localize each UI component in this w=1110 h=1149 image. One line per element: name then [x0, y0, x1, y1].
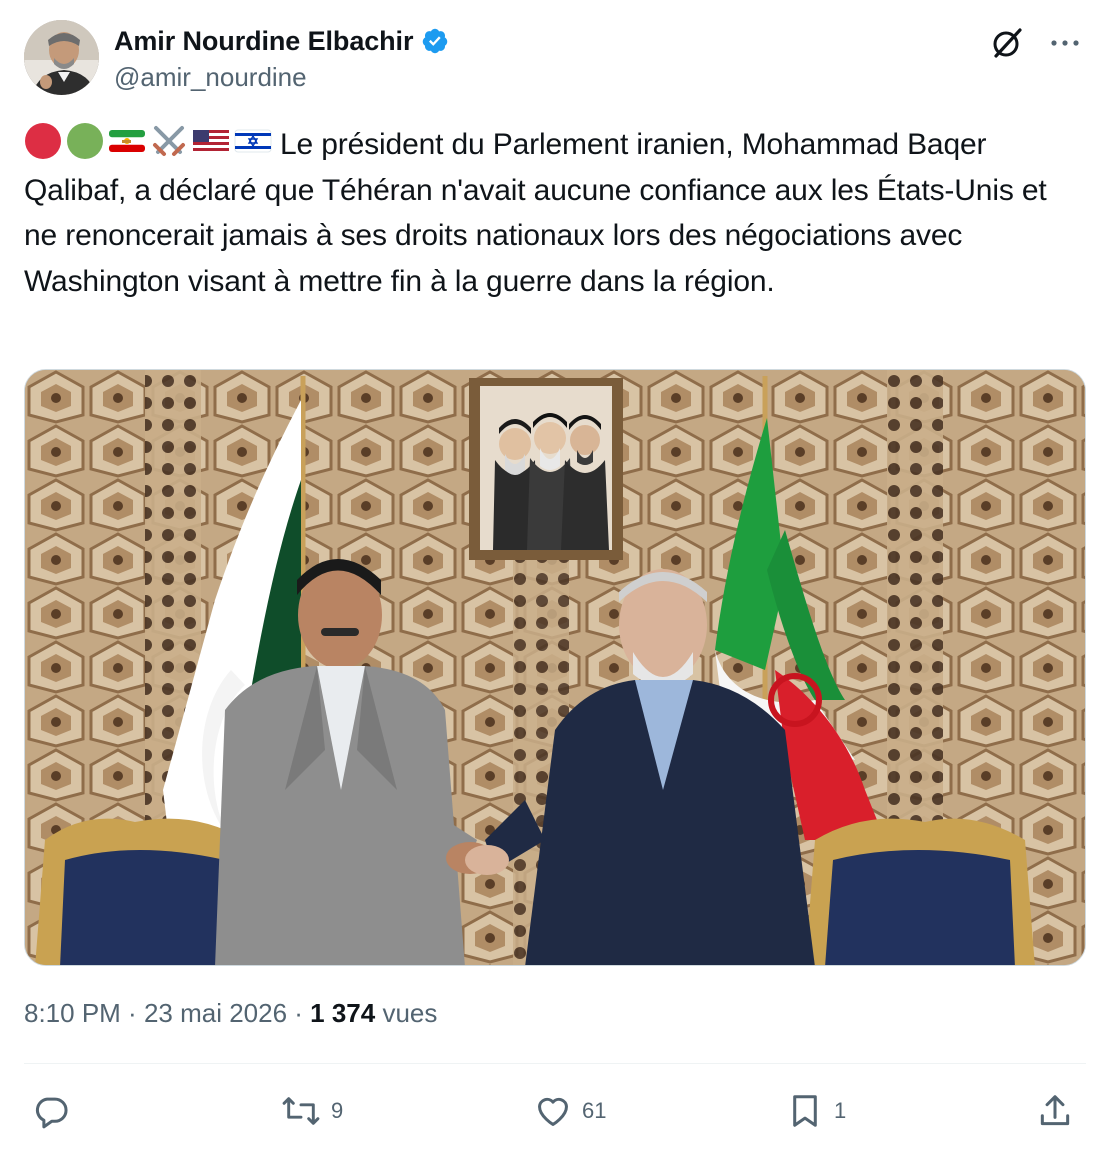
like-button[interactable]: 61	[534, 1082, 606, 1140]
action-bar: 9 61 1	[24, 1082, 1086, 1140]
share-icon	[1040, 1095, 1070, 1126]
meta-separator: ·	[120, 998, 144, 1028]
tweet-text: Le président du Parlement iranien, Moham…	[24, 122, 1086, 304]
more-options-icon[interactable]	[1046, 24, 1084, 62]
reply-icon	[35, 1097, 68, 1129]
tweet-date[interactable]: 23 mai 2026	[144, 998, 287, 1028]
meta-separator: ·	[287, 998, 311, 1028]
crossed-swords-icon	[150, 122, 188, 160]
bookmark-count: 1	[834, 1098, 847, 1123]
views-count[interactable]: 1 374	[310, 998, 375, 1028]
tweet-time[interactable]: 8:10 PM	[24, 998, 121, 1028]
repost-count: 9	[331, 1098, 344, 1123]
red-circle-icon	[24, 122, 62, 160]
avatar[interactable]	[24, 20, 99, 95]
israel-flag-icon	[234, 122, 272, 160]
bookmark-icon	[793, 1095, 817, 1127]
repost-button[interactable]: 9	[281, 1082, 343, 1140]
us-flag-icon	[192, 122, 230, 160]
green-circle-icon	[66, 122, 104, 160]
author-handle[interactable]: @amir_nourdine	[114, 62, 449, 93]
reply-button[interactable]	[32, 1082, 80, 1140]
share-button[interactable]	[1036, 1082, 1084, 1140]
tweet-header: Amir Nourdine Elbachir @amir_nourdine	[24, 20, 1086, 98]
emoji-group	[24, 122, 272, 160]
views-label: vues	[382, 998, 438, 1028]
bookmark-button[interactable]: 1	[786, 1082, 846, 1140]
like-count: 61	[582, 1098, 607, 1123]
tweet-photo[interactable]	[24, 369, 1086, 966]
heart-icon	[538, 1097, 568, 1126]
tweet-meta: 8:10 PM · 23 mai 2026 · 1 374 vues	[24, 998, 437, 1029]
author-display-name[interactable]: Amir Nourdine Elbachir	[114, 26, 413, 57]
repost-icon	[282, 1097, 320, 1125]
verified-badge-icon[interactable]	[421, 27, 449, 55]
iran-lion-sun-flag-icon	[108, 122, 146, 160]
grok-icon[interactable]	[988, 24, 1026, 62]
divider	[24, 1063, 1086, 1064]
